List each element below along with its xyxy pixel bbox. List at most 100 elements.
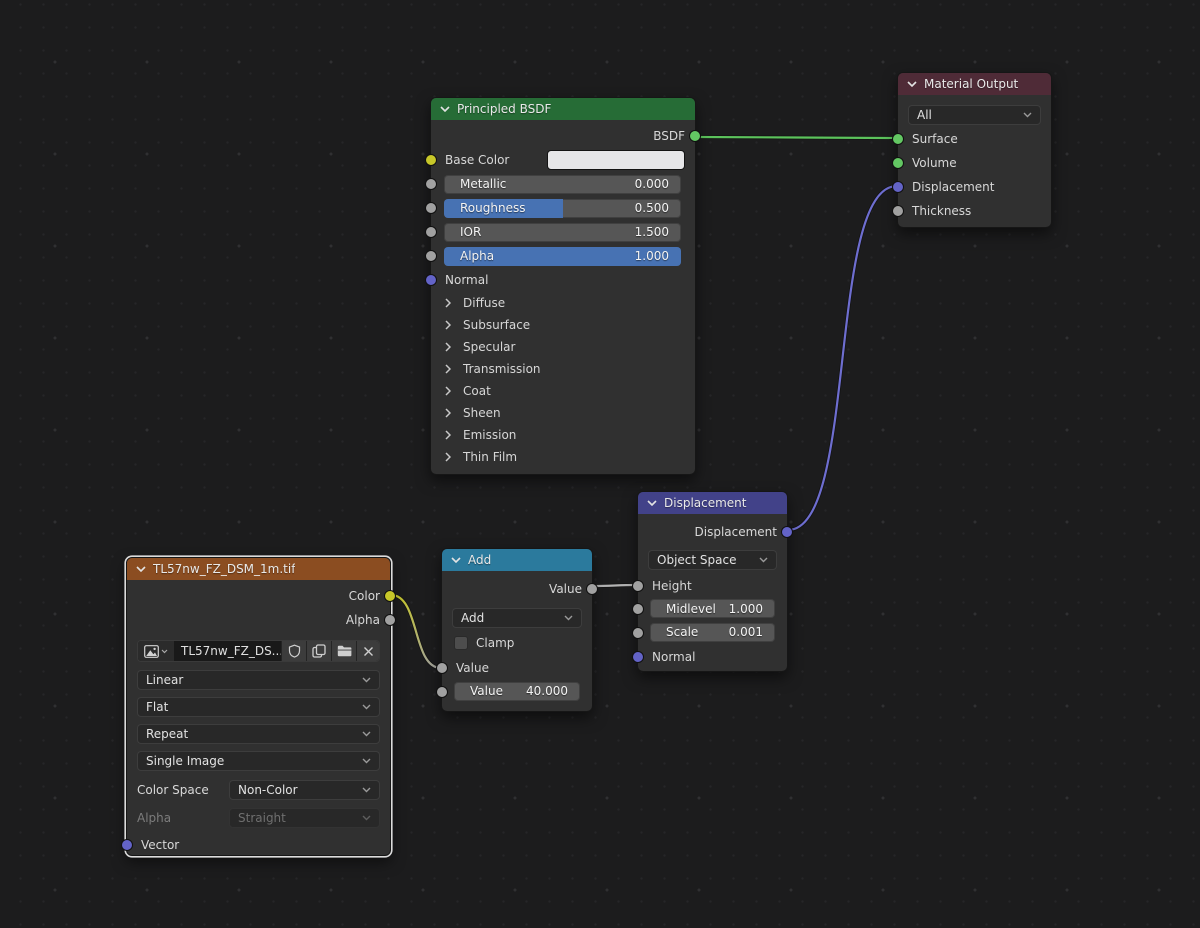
section-diffuse[interactable]: Diffuse xyxy=(431,292,695,314)
row-thickness: Thickness xyxy=(898,199,1051,223)
socket-bsdf-output[interactable] xyxy=(689,130,701,142)
displacement-space-dropdown[interactable]: Object Space xyxy=(648,550,777,570)
image-name-field[interactable]: TL57nw_FZ_DS... xyxy=(174,641,281,661)
extension-dropdown[interactable]: Repeat xyxy=(137,724,380,744)
node-principled-bsdf[interactable]: Principled BSDF BSDF Base Color Metallic… xyxy=(430,97,696,475)
row-volume: Volume xyxy=(898,151,1051,175)
clamp-checkbox[interactable] xyxy=(454,636,468,650)
socket-displacement-output[interactable] xyxy=(781,526,793,538)
color-space-dropdown[interactable]: Non-Color xyxy=(229,780,380,800)
node-math-add[interactable]: Add Value Add Clamp Value Value 40.000 xyxy=(441,548,593,712)
socket-roughness-input[interactable] xyxy=(425,202,437,214)
row-clamp: Clamp xyxy=(442,632,592,654)
row-midlevel: Midlevel 1.000 xyxy=(638,598,787,620)
node-header-image-texture[interactable]: TL57nw_FZ_DSM_1m.tif xyxy=(127,558,390,580)
row-height: Height xyxy=(638,574,787,598)
fake-user-button[interactable] xyxy=(281,641,306,661)
output-row-value: Value xyxy=(442,577,592,601)
row-alpha-mode: Alpha Straight xyxy=(127,808,390,828)
projection-dropdown[interactable]: Flat xyxy=(137,697,380,717)
node-displacement[interactable]: Displacement Displacement Object Space H… xyxy=(637,491,788,672)
chevron-down-icon[interactable] xyxy=(451,557,461,563)
node-image-texture[interactable]: TL57nw_FZ_DSM_1m.tif Color Alpha TL57nw_… xyxy=(126,557,391,856)
section-emission[interactable]: Emission xyxy=(431,424,695,446)
row-value-input2: Value 40.000 xyxy=(442,680,592,703)
image-icon xyxy=(144,645,159,658)
chevron-down-icon[interactable] xyxy=(907,81,917,87)
alpha-slider[interactable]: Alpha 1.000 xyxy=(444,247,681,266)
socket-ior-input[interactable] xyxy=(425,226,437,238)
metallic-slider[interactable]: Metallic 0.000 xyxy=(444,175,681,194)
socket-volume-input[interactable] xyxy=(892,157,904,169)
chevron-down-icon[interactable] xyxy=(647,500,657,506)
value-slider[interactable]: Value 40.000 xyxy=(454,682,580,701)
socket-height-input[interactable] xyxy=(632,580,644,592)
socket-vector-input[interactable] xyxy=(121,839,133,851)
unlink-button[interactable] xyxy=(356,641,379,661)
socket-normal-input[interactable] xyxy=(425,274,437,286)
output-row-color: Color xyxy=(127,584,390,608)
interpolation-dropdown[interactable]: Linear xyxy=(137,670,380,690)
node-editor-canvas[interactable]: Principled BSDF BSDF Base Color Metallic… xyxy=(0,0,1200,928)
output-row-bsdf: BSDF xyxy=(431,124,695,148)
ior-slider[interactable]: IOR 1.500 xyxy=(444,223,681,242)
section-transmission[interactable]: Transmission xyxy=(431,358,695,380)
chevron-down-icon xyxy=(362,731,371,737)
base-color-swatch[interactable] xyxy=(547,150,685,170)
row-displacement: Displacement xyxy=(898,175,1051,199)
scale-slider[interactable]: Scale 0.001 xyxy=(650,623,775,642)
chevron-down-icon[interactable] xyxy=(440,106,450,112)
socket-surface-input[interactable] xyxy=(892,133,904,145)
node-header-principled[interactable]: Principled BSDF xyxy=(431,98,695,120)
midlevel-slider[interactable]: Midlevel 1.000 xyxy=(650,599,775,618)
socket-alpha-output[interactable] xyxy=(384,614,396,626)
chevron-right-icon xyxy=(445,386,451,396)
socket-metallic-input[interactable] xyxy=(425,178,437,190)
section-subsurface[interactable]: Subsurface xyxy=(431,314,695,336)
node-header-displacement[interactable]: Displacement xyxy=(638,492,787,514)
node-title: Displacement xyxy=(664,496,747,510)
node-title: Add xyxy=(468,553,491,567)
output-target-dropdown[interactable]: All xyxy=(908,105,1041,125)
source-dropdown[interactable]: Single Image xyxy=(137,751,380,771)
link-bsdf-to-surface xyxy=(696,137,897,138)
socket-alpha-input[interactable] xyxy=(425,250,437,262)
socket-color-output[interactable] xyxy=(384,590,396,602)
row-disp-normal: Normal xyxy=(638,645,787,669)
section-specular[interactable]: Specular xyxy=(431,336,695,358)
math-operation-dropdown[interactable]: Add xyxy=(452,608,582,628)
node-material-output[interactable]: Material Output All Surface Volume Displ… xyxy=(897,72,1052,228)
socket-scale-input[interactable] xyxy=(632,627,644,639)
link-displacement-to-output xyxy=(788,186,897,530)
node-header-add[interactable]: Add xyxy=(442,549,592,571)
socket-displacement-input[interactable] xyxy=(892,181,904,193)
socket-thickness-input[interactable] xyxy=(892,205,904,217)
row-vector: Vector xyxy=(127,833,390,857)
chevron-right-icon xyxy=(445,364,451,374)
section-thin-film[interactable]: Thin Film xyxy=(431,446,695,468)
row-normal: Normal xyxy=(431,268,695,292)
socket-value-input-2[interactable] xyxy=(436,686,448,698)
chevron-down-icon xyxy=(161,649,168,654)
link-add-to-height xyxy=(593,585,637,586)
row-base-color: Base Color xyxy=(431,148,695,172)
image-browse-button[interactable] xyxy=(138,641,174,661)
row-metallic: Metallic 0.000 xyxy=(431,172,695,196)
socket-value-output[interactable] xyxy=(586,583,598,595)
socket-base-color-input[interactable] xyxy=(425,154,437,166)
duplicate-button[interactable] xyxy=(306,641,331,661)
section-sheen[interactable]: Sheen xyxy=(431,402,695,424)
open-image-button[interactable] xyxy=(331,641,356,661)
output-row-alpha: Alpha xyxy=(127,608,390,632)
alpha-mode-dropdown[interactable]: Straight xyxy=(229,808,380,828)
chevron-right-icon xyxy=(445,342,451,352)
socket-disp-normal-input[interactable] xyxy=(632,651,644,663)
node-header-material-output[interactable]: Material Output xyxy=(898,73,1051,95)
socket-value-input-1[interactable] xyxy=(436,662,448,674)
node-title: TL57nw_FZ_DSM_1m.tif xyxy=(153,562,295,576)
chevron-down-icon[interactable] xyxy=(136,566,146,572)
row-value-input1: Value xyxy=(442,656,592,680)
section-coat[interactable]: Coat xyxy=(431,380,695,402)
roughness-slider[interactable]: Roughness 0.500 xyxy=(444,199,681,218)
socket-midlevel-input[interactable] xyxy=(632,603,644,615)
